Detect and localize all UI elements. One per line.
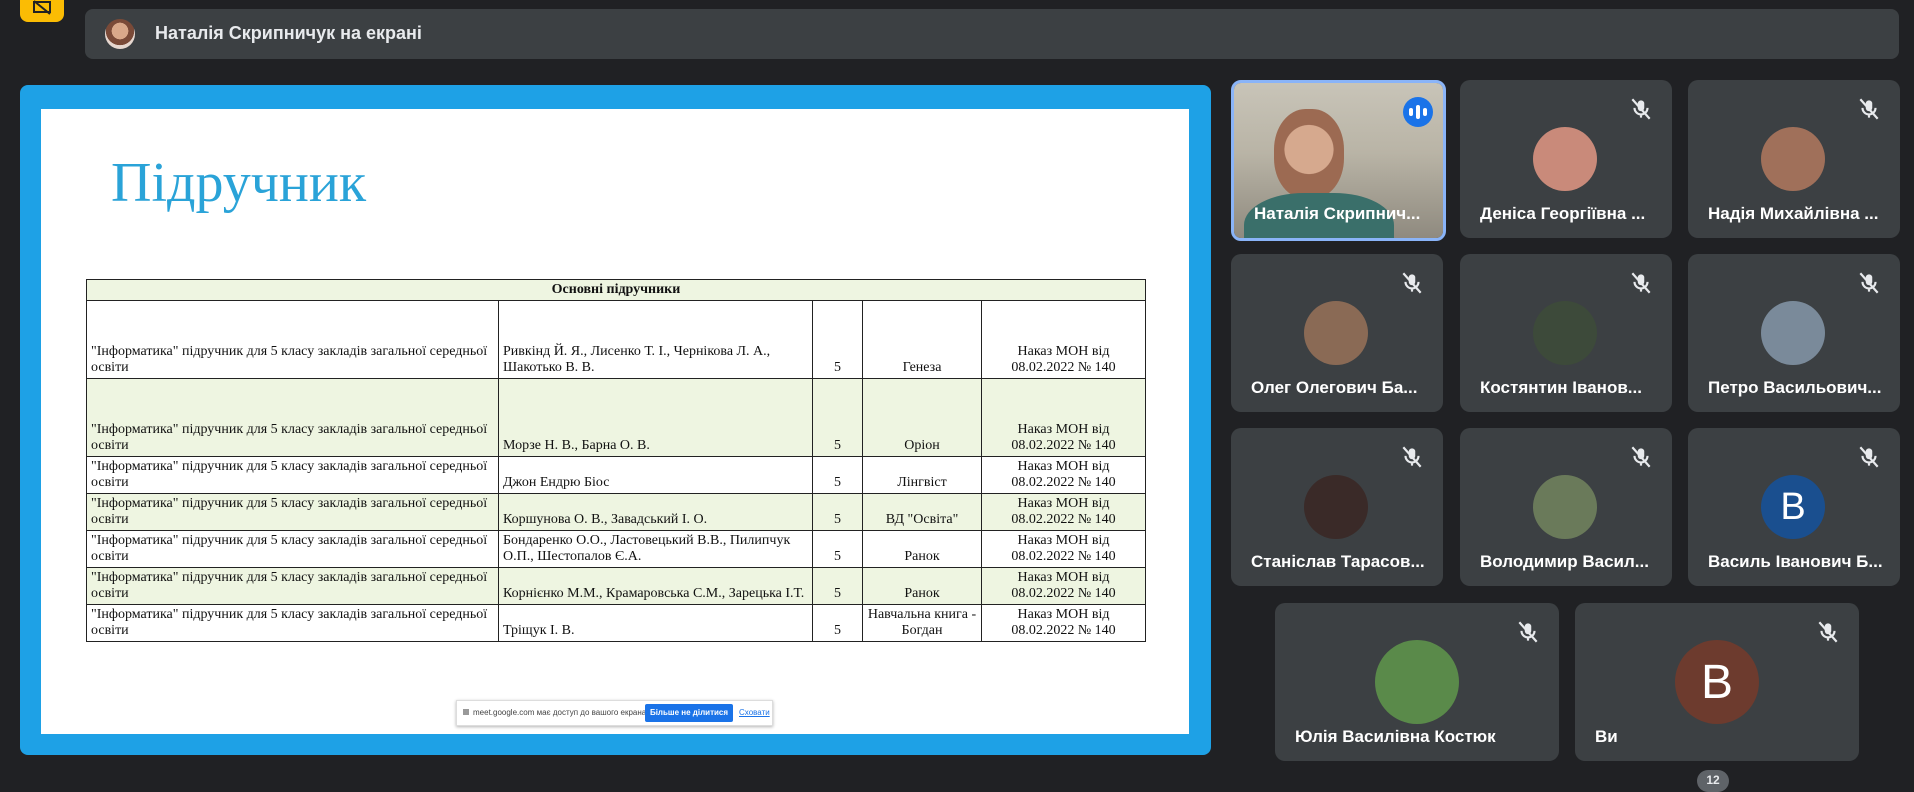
participant-name: Петро Васильович... bbox=[1708, 378, 1882, 397]
presentation-off-icon bbox=[33, 0, 51, 15]
avatar: В bbox=[1675, 640, 1759, 724]
mic-off-icon bbox=[1631, 98, 1651, 120]
participant-tile[interactable]: Олег Олегович Ба... bbox=[1231, 254, 1443, 412]
table-row: "Інформатика" підручник для 5 класу закл… bbox=[86, 378, 1146, 457]
participant-name: Наталія Скрипнич... bbox=[1254, 204, 1421, 223]
participant-tile[interactable]: Костянтин Іванов... bbox=[1460, 254, 1672, 412]
mic-off-icon bbox=[1859, 272, 1879, 294]
participant-tile[interactable]: Наталія Скрипнич... bbox=[1231, 80, 1446, 241]
shared-slide: Підручник Основні підручники "Інформатик… bbox=[41, 109, 1189, 734]
participant-name: Деніса Георгіївна ... bbox=[1480, 204, 1646, 223]
table-row: "Інформатика" підручник для 5 класу закл… bbox=[86, 604, 1146, 642]
avatar bbox=[1375, 640, 1459, 724]
avatar bbox=[1761, 301, 1825, 365]
participant-tile[interactable]: В Василь Іванович Б... bbox=[1688, 428, 1900, 586]
mic-off-icon bbox=[1631, 272, 1651, 294]
grip-icon bbox=[463, 709, 469, 715]
mic-off-icon bbox=[1631, 446, 1651, 468]
presenter-label: Наталія Скрипничук на екрані bbox=[155, 23, 422, 43]
mic-off-icon bbox=[1402, 446, 1422, 468]
hide-notice-link[interactable]: Сховати bbox=[739, 708, 770, 717]
screen-share-frame: Підручник Основні підручники "Інформатик… bbox=[20, 85, 1211, 755]
participant-name: Ви bbox=[1595, 727, 1618, 746]
participant-tile[interactable]: Деніса Георгіївна ... bbox=[1460, 80, 1672, 238]
present-stop-button[interactable] bbox=[20, 0, 64, 22]
participant-tile[interactable]: В Ви bbox=[1575, 603, 1859, 761]
participant-name: Юлія Василівна Костюк bbox=[1295, 727, 1496, 746]
presenter-bar: Наталія Скрипничук на екрані bbox=[85, 9, 1899, 59]
textbooks-table: Основні підручники "Інформатика" підручн… bbox=[86, 279, 1146, 642]
share-notice-bar: meet.google.com має доступ до вашого екр… bbox=[456, 700, 773, 726]
table-row: "Інформатика" підручник для 5 класу закл… bbox=[86, 493, 1146, 531]
participant-tile[interactable]: Надія Михайлівна ... bbox=[1688, 80, 1900, 238]
table-row: "Інформатика" підручник для 5 класу закл… bbox=[86, 530, 1146, 568]
mic-off-icon bbox=[1818, 621, 1838, 643]
mic-off-icon bbox=[1518, 621, 1538, 643]
participant-name: Костянтин Іванов... bbox=[1480, 378, 1642, 397]
avatar: В bbox=[1761, 475, 1825, 539]
slide-title: Підручник bbox=[111, 152, 367, 214]
avatar bbox=[1533, 301, 1597, 365]
avatar bbox=[1304, 301, 1368, 365]
speaking-indicator-icon bbox=[1403, 97, 1433, 127]
presenter-avatar bbox=[105, 19, 135, 49]
table-row: "Інформатика" підручник для 5 класу закл… bbox=[86, 300, 1146, 379]
participant-tile[interactable]: Петро Васильович... bbox=[1688, 254, 1900, 412]
table-header: Основні підручники bbox=[86, 279, 1146, 301]
participant-tile[interactable]: Юлія Василівна Костюк bbox=[1275, 603, 1559, 761]
avatar bbox=[1304, 475, 1368, 539]
participant-name: Надія Михайлівна ... bbox=[1708, 204, 1879, 223]
table-row: "Інформатика" підручник для 5 класу закл… bbox=[86, 456, 1146, 494]
avatar bbox=[1761, 127, 1825, 191]
participant-name: Станіслав Тарасов... bbox=[1251, 552, 1425, 571]
participant-name: Володимир Васил... bbox=[1480, 552, 1649, 571]
stop-sharing-button[interactable]: Більше не ділитися bbox=[645, 704, 733, 722]
table-row: "Інформатика" підручник для 5 класу закл… bbox=[86, 567, 1146, 605]
mic-off-icon bbox=[1859, 446, 1879, 468]
participant-name: Василь Іванович Б... bbox=[1708, 552, 1883, 571]
avatar bbox=[1533, 475, 1597, 539]
participant-name: Олег Олегович Ба... bbox=[1251, 378, 1418, 397]
participant-count-badge[interactable]: 12 bbox=[1697, 770, 1729, 792]
avatar bbox=[1533, 127, 1597, 191]
mic-off-icon bbox=[1402, 272, 1422, 294]
mic-off-icon bbox=[1859, 98, 1879, 120]
participant-tile[interactable]: Станіслав Тарасов... bbox=[1231, 428, 1443, 586]
participant-tile[interactable]: Володимир Васил... bbox=[1460, 428, 1672, 586]
share-notice-text: meet.google.com має доступ до вашого екр… bbox=[473, 708, 649, 717]
